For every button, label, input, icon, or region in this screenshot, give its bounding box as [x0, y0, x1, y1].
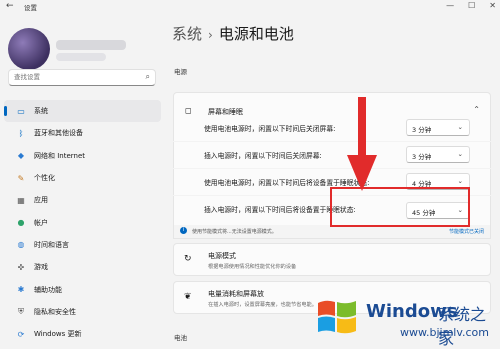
sidebar-item-label: 辅助功能: [34, 285, 62, 294]
chevron-down-icon: ⌄: [457, 150, 463, 158]
sidebar-item-label: 隐私和安全性: [34, 307, 76, 316]
dropdown-value: 3 分钟: [412, 153, 432, 161]
sidebar: ⌕ ▭ 系统 ᛒ 蓝牙和其他设备 ◆ 网络和 Internet ✎ 个性化 ▦ 应用 ● 帐户 ◍ 时间和…: [0, 14, 165, 348]
leaf-icon: ❦: [184, 292, 192, 302]
power-mode-row[interactable]: ↻ 电源模式 根据电源使用情况和性能优化你的设备: [173, 243, 491, 276]
energy-saver-link[interactable]: 节能模式已关闭: [449, 228, 484, 235]
title-bar: ← 设置 — ☐ ✕: [0, 0, 500, 14]
globe-clock-icon: ◍: [17, 240, 25, 250]
power-saver-title: 电量消耗和屏幕放: [208, 290, 264, 298]
breadcrumb-separator: ›: [208, 28, 213, 42]
info-icon: i: [180, 227, 187, 234]
annotation-highlight-box: [330, 187, 470, 227]
wifi-icon: ◆: [17, 151, 25, 161]
chevron-up-icon[interactable]: ⌃: [473, 105, 480, 114]
watermark: Windows 系统之家 www.bjjmlv.com: [300, 293, 500, 348]
sidebar-item[interactable]: ⟳ Windows 更新: [4, 323, 161, 345]
sidebar-item-label: 蓝牙和其他设备: [34, 129, 83, 138]
windows-logo-icon: [318, 300, 356, 334]
user-name-blurred: [56, 40, 126, 50]
sidebar-nav: ▭ 系统 ᛒ 蓝牙和其他设备 ◆ 网络和 Internet ✎ 个性化 ▦ 应用 ● 帐户 ◍ 时间和语言…: [0, 100, 165, 345]
setting-row: 使用电池电源时，闲置以下时间后关闭屏幕: 3 分钟 ⌄: [173, 115, 491, 141]
info-text: 使用节能模式将...无法设置电源模式。: [192, 229, 277, 235]
search-icon[interactable]: ⌕: [146, 72, 150, 82]
apps-icon: ▦: [17, 195, 25, 205]
sidebar-item-label: 应用: [34, 196, 48, 205]
breadcrumb-system[interactable]: 系统: [172, 25, 202, 43]
sidebar-item[interactable]: ▦ 应用: [4, 189, 161, 211]
sidebar-item[interactable]: ◍ 时间和语言: [4, 234, 161, 256]
dropdown-value: 3 分钟: [412, 126, 432, 134]
sidebar-item-label: 时间和语言: [34, 240, 69, 249]
close-button[interactable]: ✕: [489, 1, 496, 10]
annotation-arrow: [347, 97, 377, 191]
timeout-dropdown[interactable]: 3 分钟 ⌄: [406, 119, 470, 136]
sidebar-item-label: Windows 更新: [34, 330, 82, 339]
setting-label: 插入电源时，闲置以下时间后关闭屏幕:: [204, 152, 322, 160]
info-bar: i 使用节能模式将...无法设置电源模式。 节能模式已关闭: [173, 225, 491, 239]
gamepad-icon: ✜: [17, 262, 25, 272]
sidebar-item-label: 网络和 Internet: [34, 151, 86, 160]
sidebar-item[interactable]: ✜ 游戏: [4, 256, 161, 278]
setting-row: 插入电源时，闲置以下时间后关闭屏幕: 3 分钟 ⌄: [173, 142, 491, 168]
update-icon: ⟳: [17, 329, 25, 339]
accessibility-icon: ✱: [17, 285, 25, 295]
power-mode-title: 电源模式: [208, 252, 236, 260]
sidebar-item[interactable]: ▭ 系统: [4, 100, 161, 123]
sidebar-item[interactable]: ✱ 辅助功能: [4, 278, 161, 300]
maximize-button[interactable]: ☐: [468, 1, 475, 10]
bluetooth-icon: ᛒ: [18, 128, 24, 138]
search-input[interactable]: [14, 73, 134, 81]
account-icon: ●: [17, 218, 25, 228]
section-power-label: 电源: [174, 68, 187, 76]
chevron-down-icon: ⌄: [457, 177, 463, 185]
brush-icon: ✎: [17, 173, 25, 183]
window-title: 设置: [24, 4, 37, 12]
watermark-cn: 系统之家: [438, 305, 487, 348]
section-battery-label: 电池: [174, 334, 187, 342]
watermark-url: www.bjjmlv.com: [400, 326, 489, 339]
power-mode-desc: 根据电源使用情况和性能优化你的设备: [208, 264, 297, 270]
monitor-icon: ▭: [17, 106, 25, 116]
sidebar-item[interactable]: ᛒ 蓝牙和其他设备: [4, 122, 161, 144]
breadcrumb: 系统 › 电源和电池: [172, 23, 294, 44]
screen-sleep-icon: ◻: [185, 106, 192, 115]
chevron-down-icon: ⌄: [457, 123, 463, 131]
window-controls: — ☐ ✕: [446, 1, 496, 10]
avatar[interactable]: [8, 28, 50, 70]
sidebar-item[interactable]: ◆ 网络和 Internet: [4, 145, 161, 167]
sidebar-item[interactable]: ● 帐户: [4, 211, 161, 233]
user-email-blurred: [56, 53, 106, 61]
search-box[interactable]: ⌕: [8, 69, 156, 86]
minimize-button[interactable]: —: [446, 1, 454, 10]
back-arrow-icon[interactable]: ←: [6, 1, 14, 11]
power-mode-icon: ↻: [184, 254, 192, 264]
timeout-dropdown[interactable]: 3 分钟 ⌄: [406, 146, 470, 163]
page-title: 电源和电池: [218, 25, 294, 43]
sidebar-item[interactable]: ✎ 个性化: [4, 167, 161, 189]
shield-icon: ⛨: [18, 306, 24, 316]
sidebar-item-label: 系统: [34, 107, 48, 116]
setting-label: 使用电池电源时，闲置以下时间后关闭屏幕:: [204, 125, 336, 133]
sidebar-item-label: 游戏: [34, 263, 48, 272]
sidebar-item[interactable]: ⛨ 隐私和安全性: [4, 301, 161, 323]
sidebar-item-label: 个性化: [34, 174, 55, 183]
sidebar-item-label: 帐户: [34, 218, 48, 227]
